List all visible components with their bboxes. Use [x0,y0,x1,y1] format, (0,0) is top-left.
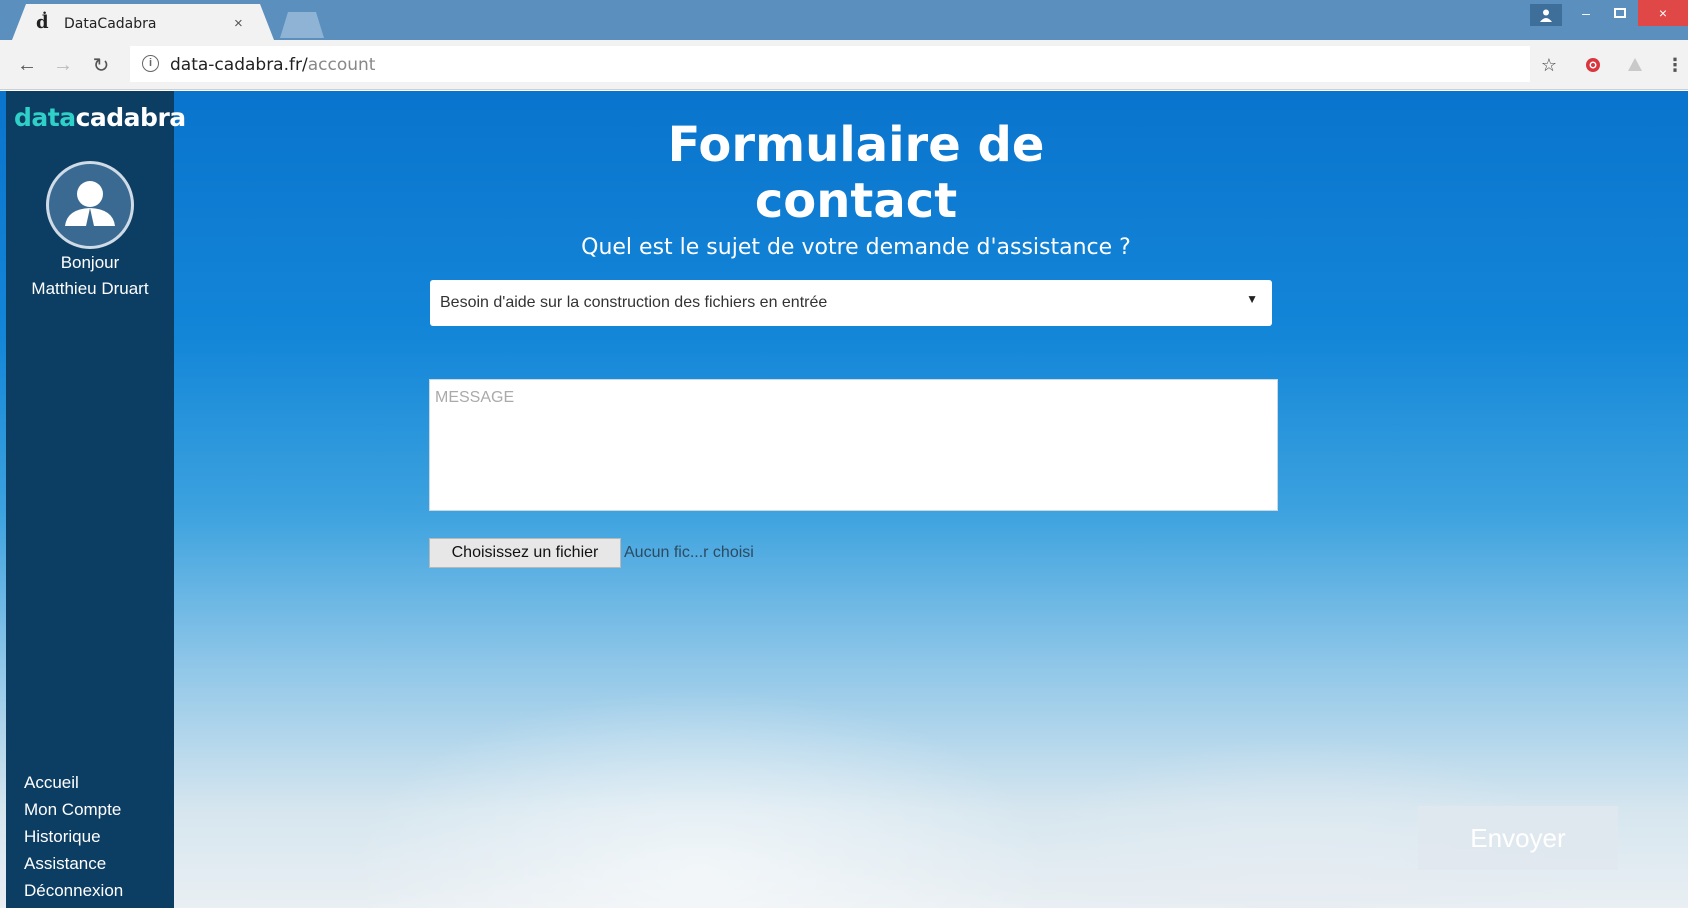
tab-title: DataCadabra [64,16,157,32]
profile-icon[interactable] [1530,4,1562,26]
sidebar: datacadabra Bonjour Matthieu Druart Accu… [6,91,186,908]
greeting-text: Bonjour [60,253,120,272]
browser-tabstrip: ḋ DataCadabra × – × [0,0,1688,40]
new-tab-button[interactable] [280,12,324,38]
sidebar-item-mon-compte[interactable]: Mon Compte [24,796,123,823]
page-background: datacadabra Bonjour Matthieu Druart Accu… [0,91,1688,908]
subject-question-label: Quel est le sujet de votre demande d'ass… [581,235,1131,260]
star-icon[interactable]: ☆ [1536,52,1562,78]
user-name: Matthieu Druart [31,279,149,298]
window-minimize-button[interactable]: – [1570,0,1602,26]
logo[interactable]: datacadabra [14,103,186,132]
sidebar-item-accueil[interactable]: Accueil [24,769,123,796]
sidebar-item-deconnexion[interactable]: Déconnexion [24,877,123,904]
file-status-text: Aucun fic...r choisi [624,544,754,561]
subject-select[interactable]: Besoin d'aide sur la construction des fi… [430,280,1272,326]
chevron-down-icon: ▼ [1246,292,1258,306]
message-textarea[interactable] [429,379,1278,511]
tab-close-icon[interactable]: × [234,15,243,32]
browser-tab[interactable]: ḋ DataCadabra × [12,4,274,40]
user-avatar-icon [65,181,115,226]
url-text[interactable]: data-cadabra.fr/account [170,55,375,75]
page-title: Formulaire de contact [667,117,1045,229]
subject-select-value: Besoin d'aide sur la construction des fi… [440,294,828,311]
choose-file-button[interactable]: Choisissez un fichier [429,538,621,568]
url-host: data-cadabra.fr/ [170,55,308,75]
browser-toolbar: ← → ↻ i data-cadabra.fr/account ☆ ⋮ [0,40,1688,90]
extension-icon[interactable] [1580,52,1606,78]
back-arrow-icon[interactable]: ← [14,52,40,78]
sidebar-item-historique[interactable]: Historique [24,823,123,850]
url-path: account [307,55,376,75]
send-button[interactable]: Envoyer [1418,806,1618,870]
forward-arrow-icon[interactable]: → [50,52,76,78]
window-maximize-button[interactable] [1604,0,1636,26]
datacadabra-favicon-icon: ḋ [36,12,49,33]
sidebar-item-assistance[interactable]: Assistance [24,850,123,877]
avatar [46,161,134,249]
window-close-button[interactable]: × [1638,0,1688,26]
info-icon[interactable]: i [142,55,159,72]
address-bar[interactable]: i data-cadabra.fr/account [130,46,1530,82]
extension-icon[interactable] [1622,52,1648,78]
menu-kebab-icon[interactable]: ⋮ [1662,52,1688,78]
reload-icon[interactable]: ↻ [88,52,114,78]
sidebar-nav: Accueil Mon Compte Historique Assistance… [24,769,123,904]
